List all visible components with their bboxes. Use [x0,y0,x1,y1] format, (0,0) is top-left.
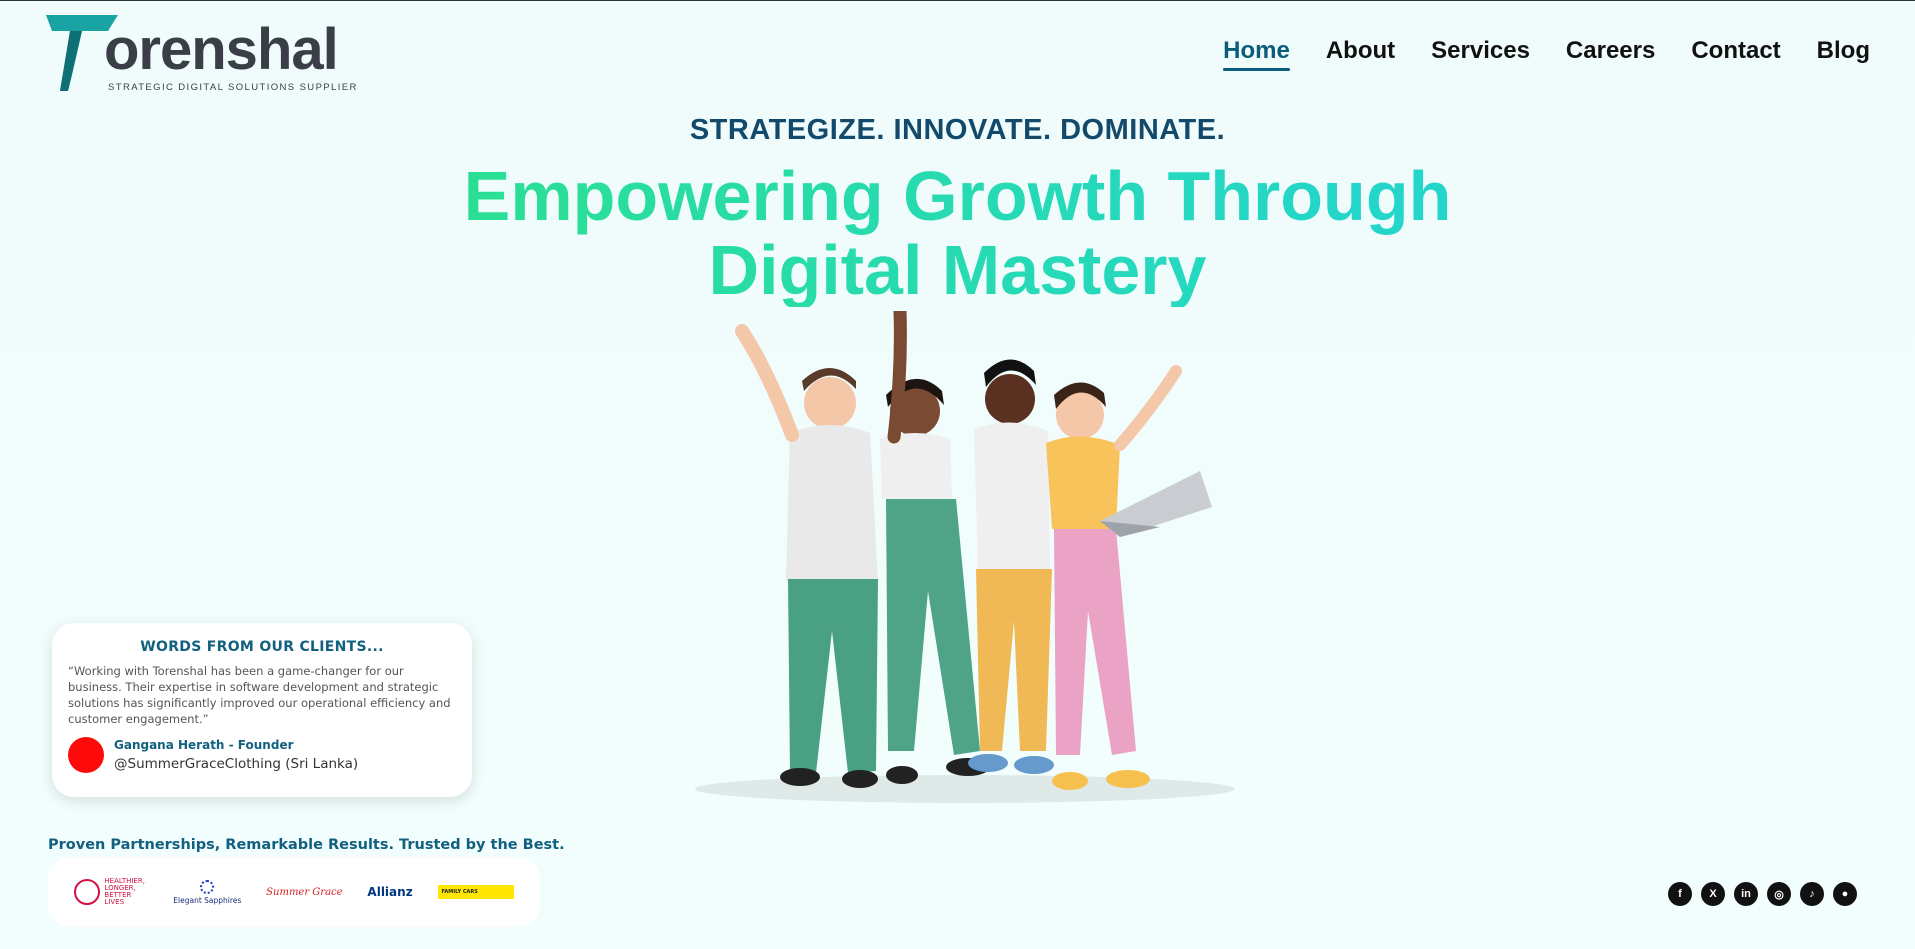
instagram-icon[interactable]: ◎ [1767,882,1791,906]
github-icon[interactable]: ● [1833,882,1857,906]
linkedin-icon[interactable]: in [1734,882,1758,906]
x-icon[interactable]: X [1701,882,1725,906]
elegant-sapphires-text: Elegant Sapphires [173,895,242,905]
testimonial-title: WORDS FROM OUR CLIENTS... [140,639,384,655]
person-4-figure [1046,365,1212,790]
logo-wordmark: orenshal [104,17,339,82]
testimonial-card: WORDS FROM OUR CLIENTS... “Working with … [52,623,472,797]
person-1-figure [735,324,878,788]
main-nav: Home About Services Careers Contact Blog [1223,37,1870,71]
nav-careers[interactable]: Careers [1566,37,1655,71]
testimonial-author-handle: @SummerGraceClothing (Sri Lanka) [114,756,359,772]
page: orenshal STRATEGIC DIGITAL SOLUTIONS SUP… [0,0,1915,949]
aia-logo-text: HEALTHIER, LONGER, BETTER LIVES [104,877,145,906]
family-cars-text: FAMILY CARS [441,889,478,895]
nav-contact[interactable]: Contact [1691,37,1780,71]
testimonial-quote: “Working with Torenshal has been a game-… [68,664,451,726]
logo[interactable]: orenshal STRATEGIC DIGITAL SOLUTIONS SUP… [46,15,356,95]
elegant-sapphires-logo: Elegant Sapphires [173,872,241,912]
testimonial-author: Gangana Herath - Founder @SummerGraceClo… [68,737,358,773]
person-3-figure [968,359,1054,774]
sapphire-ring-icon [200,879,215,894]
facebook-icon[interactable]: f [1668,882,1692,906]
partners-title: Proven Partnerships, Remarkable Results.… [48,837,565,853]
partners-logo-strip: HEALTHIER, LONGER, BETTER LIVES Elegant … [48,857,540,927]
allianz-logo: Allianz [367,872,412,912]
family-cars-logo: FAMILY CARS [437,885,514,899]
summer-grace-logo: Summer Grace [266,872,342,912]
hero-headline-line1: Empowering Growth Through [463,157,1452,235]
nav-about[interactable]: About [1326,37,1395,71]
nav-blog[interactable]: Blog [1817,37,1870,71]
hero-eyebrow: STRATEGIZE. INNOVATE. DOMINATE. [689,114,1226,146]
client-avatar [68,737,104,773]
team-illustration [695,311,1235,803]
testimonial-author-name: Gangana Herath - Founder [114,738,294,752]
hero-headline-line2: Digital Mastery [708,231,1207,309]
aia-mark-icon [74,879,101,905]
allianz-text: Allianz [367,885,413,899]
summer-grace-text: Summer Grace [266,886,343,898]
social-links: f X in ◎ ♪ ● [1668,882,1857,906]
nav-home[interactable]: Home [1223,37,1290,71]
logo-tagline: STRATEGIC DIGITAL SOLUTIONS SUPPLIER [108,82,358,93]
tiktok-icon[interactable]: ♪ [1800,882,1824,906]
person-2-figure [880,311,990,784]
aia-logo: HEALTHIER, LONGER, BETTER LIVES [74,872,148,912]
nav-services[interactable]: Services [1431,37,1530,71]
hero-headline: Empowering Growth Through Digital Master… [0,159,1915,307]
